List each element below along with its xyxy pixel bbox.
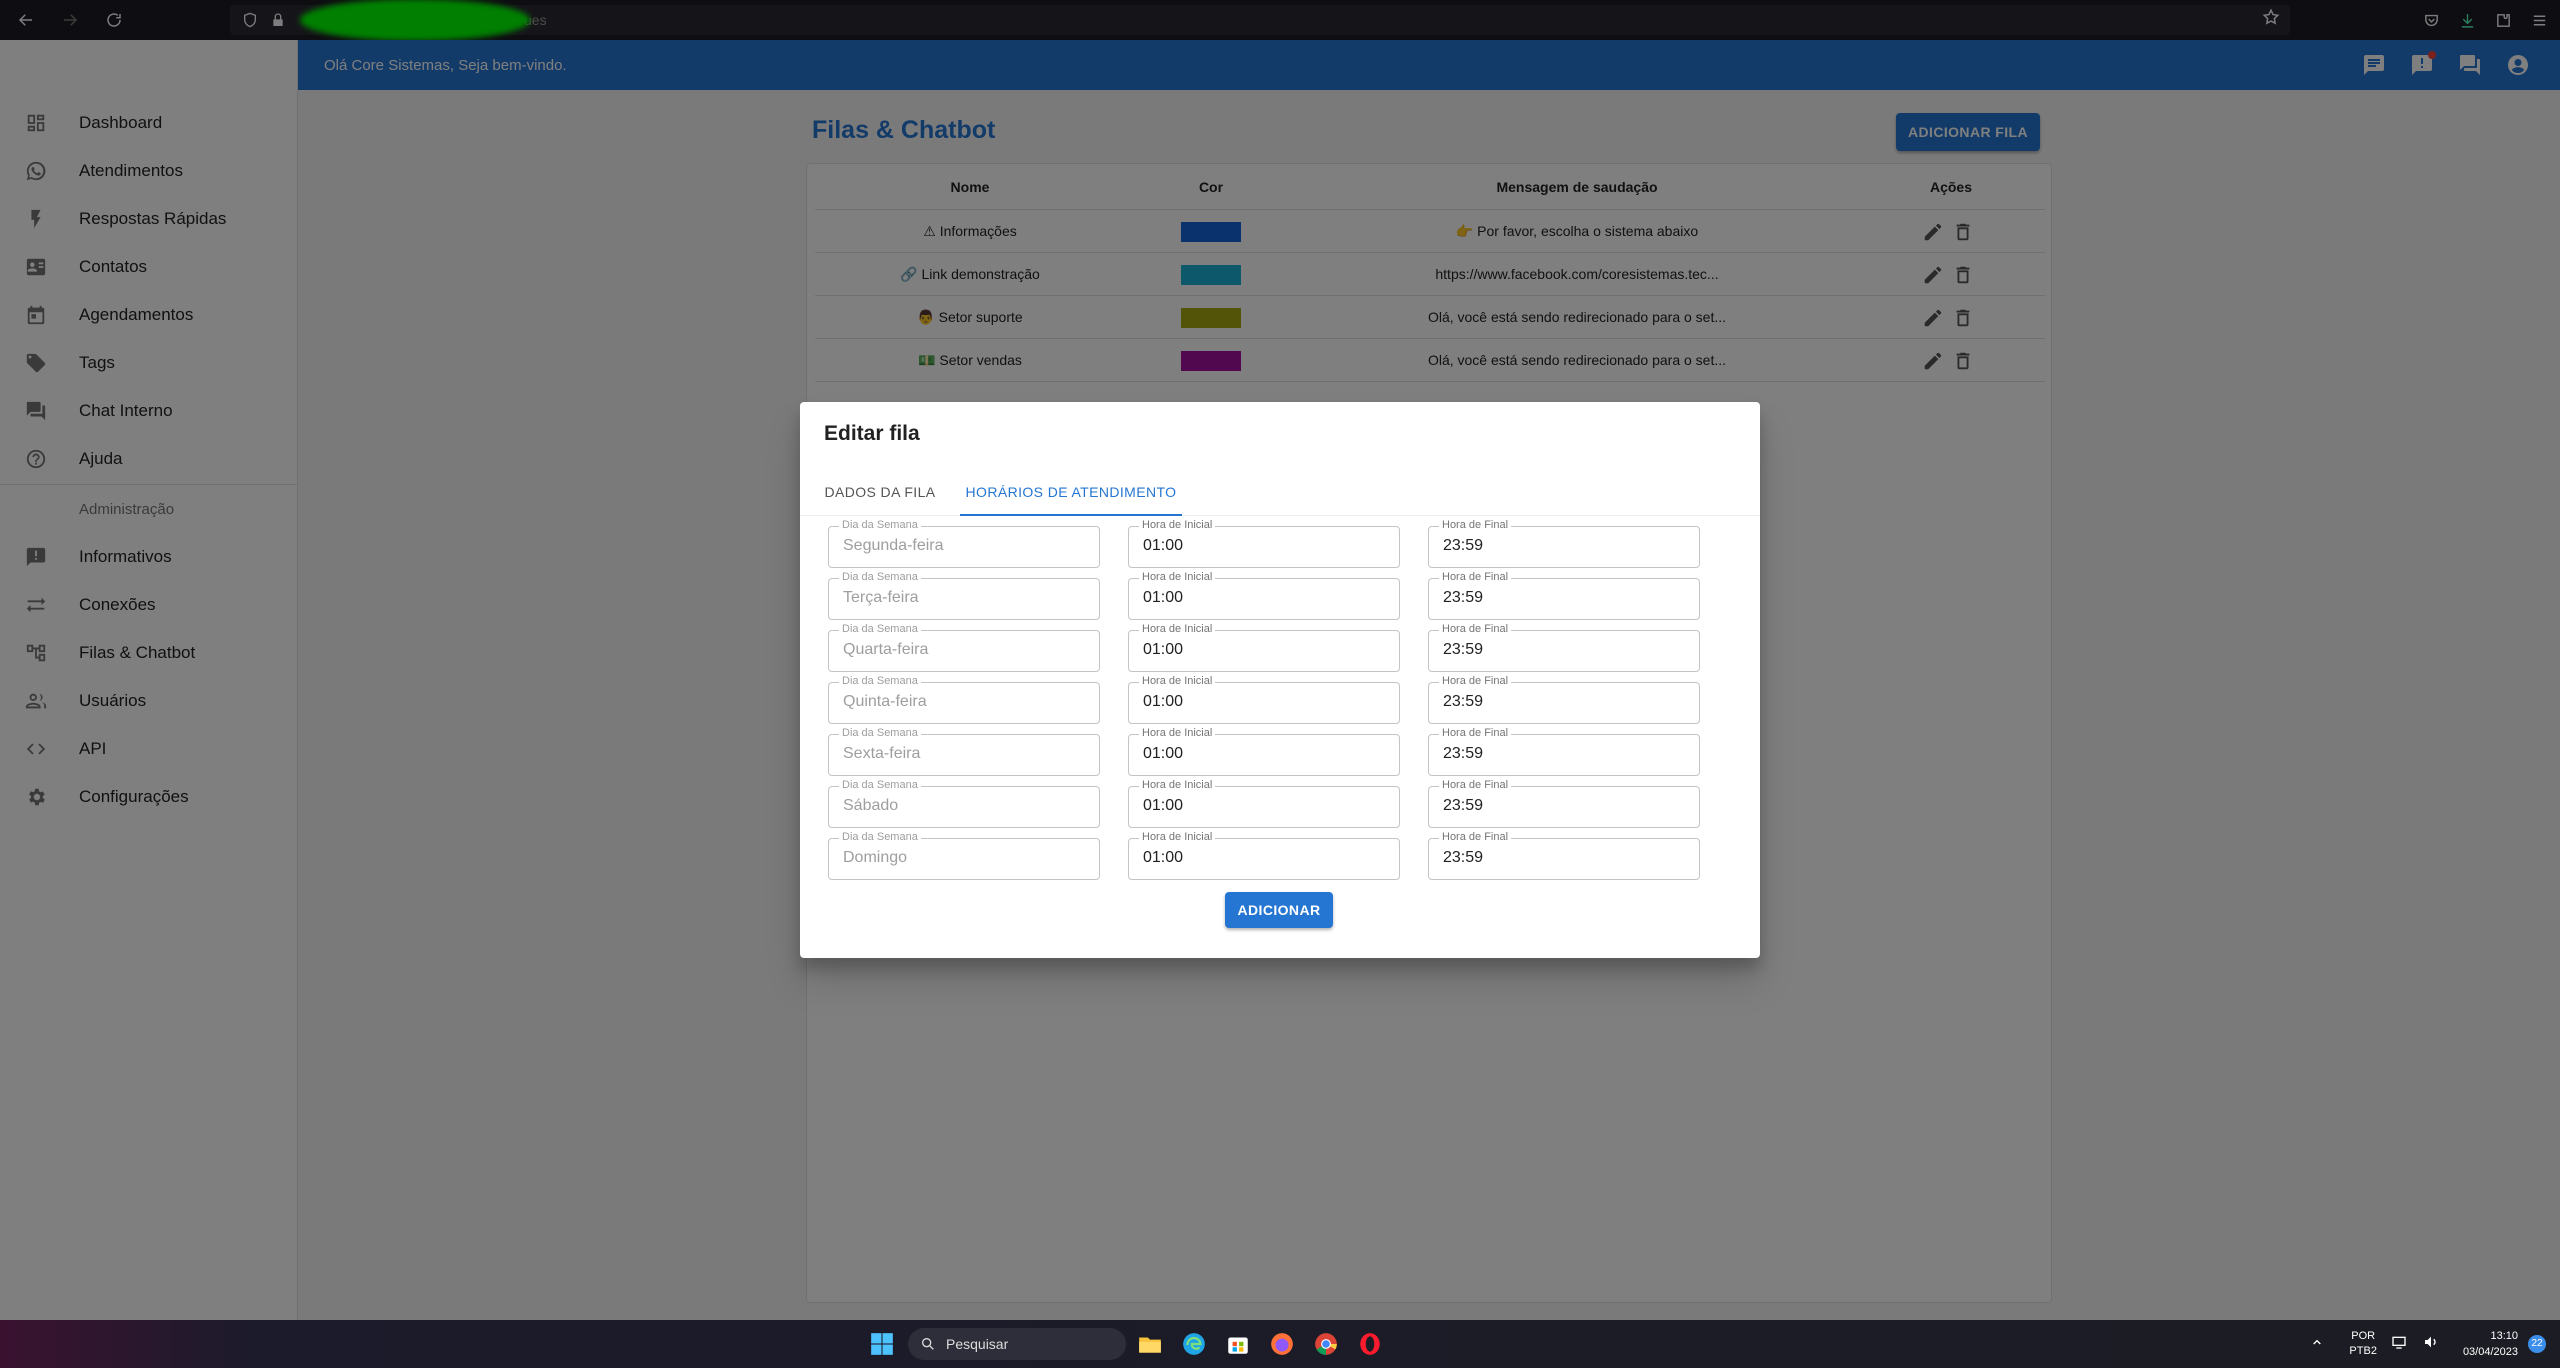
end-time-input[interactable]: [1443, 745, 1683, 763]
day-of-week-input: [843, 797, 1083, 815]
day-of-week-field: Dia da Semana: [828, 674, 1100, 724]
tab-indicator: [960, 514, 1182, 516]
field-label: Dia da Semana: [839, 518, 921, 532]
end-time-input[interactable]: [1443, 589, 1683, 607]
field-label: Hora de Final: [1439, 518, 1512, 532]
field-label: Dia da Semana: [839, 830, 921, 844]
field-label: Dia da Semana: [839, 570, 921, 584]
field-label: Hora de Final: [1439, 778, 1512, 792]
search-icon: [922, 1338, 934, 1350]
chrome-icon[interactable]: [1310, 1328, 1342, 1360]
notification-badge[interactable]: 22: [2528, 1335, 2546, 1353]
end-time-field[interactable]: Hora de Final: [1428, 518, 1700, 568]
day-of-week-input: [843, 589, 1083, 607]
field-label: Dia da Semana: [839, 726, 921, 740]
language-indicator[interactable]: POR PTB2: [2349, 1329, 2377, 1359]
tab-horarios-de-atendimento[interactable]: HORÁRIOS DE ATENDIMENTO: [960, 468, 1182, 516]
tab-dados-da-fila[interactable]: DADOS DA FILA: [812, 468, 948, 516]
end-time-field[interactable]: Hora de Final: [1428, 778, 1700, 828]
edit-queue-dialog: Editar fila DADOS DA FILA HORÁRIOS DE AT…: [800, 402, 1760, 958]
start-time-field[interactable]: Hora de Inicial: [1128, 518, 1400, 568]
clock-date: 03/04/2023: [2462, 1346, 2518, 1358]
keyboard-layout: PTB2: [2349, 1345, 2377, 1357]
store-icon[interactable]: [1222, 1328, 1254, 1360]
field-label: Dia da Semana: [839, 778, 921, 792]
field-label: Hora de Inicial: [1139, 570, 1216, 584]
monitor-icon[interactable]: [2391, 1334, 2411, 1354]
end-time-input[interactable]: [1443, 641, 1683, 659]
start-time-input[interactable]: [1143, 745, 1383, 763]
field-label: Hora de Final: [1439, 570, 1512, 584]
field-label: Hora de Inicial: [1139, 518, 1216, 532]
clock[interactable]: 13:10 03/04/2023: [2463, 1328, 2518, 1360]
start-time-field[interactable]: Hora de Inicial: [1128, 570, 1400, 620]
chevron-up-icon[interactable]: [2309, 1334, 2329, 1354]
start-time-field[interactable]: Hora de Inicial: [1128, 830, 1400, 880]
dialog-title: Editar fila: [824, 422, 920, 445]
day-of-week-input: [843, 849, 1083, 867]
day-of-week-field: Dia da Semana: [828, 570, 1100, 620]
field-label: Hora de Final: [1439, 830, 1512, 844]
taskbar: Pesquisar POR PTB2 13:10 03/04/2023 22: [0, 1320, 2560, 1368]
day-of-week-field: Dia da Semana: [828, 726, 1100, 776]
start-time-field[interactable]: Hora de Inicial: [1128, 622, 1400, 672]
start-time-field[interactable]: Hora de Inicial: [1128, 778, 1400, 828]
firefox-icon[interactable]: [1266, 1328, 1298, 1360]
field-label: Hora de Inicial: [1139, 726, 1216, 740]
end-time-input[interactable]: [1443, 797, 1683, 815]
taskbar-search[interactable]: Pesquisar: [908, 1328, 1126, 1360]
start-time-input[interactable]: [1143, 589, 1383, 607]
start-time-input[interactable]: [1143, 537, 1383, 555]
day-of-week-input: [843, 745, 1083, 763]
day-of-week-input: [843, 693, 1083, 711]
system-tray: POR PTB2 13:10 03/04/2023 22: [2303, 1320, 2546, 1368]
start-time-field[interactable]: Hora de Inicial: [1128, 674, 1400, 724]
opera-icon[interactable]: [1354, 1328, 1386, 1360]
end-time-field[interactable]: Hora de Final: [1428, 570, 1700, 620]
field-label: Dia da Semana: [839, 622, 921, 636]
start-time-input[interactable]: [1143, 849, 1383, 867]
field-label: Hora de Final: [1439, 674, 1512, 688]
day-of-week-field: Dia da Semana: [828, 518, 1100, 568]
start-time-input[interactable]: [1143, 797, 1383, 815]
day-of-week-field: Dia da Semana: [828, 830, 1100, 880]
end-time-input[interactable]: [1443, 537, 1683, 555]
end-time-input[interactable]: [1443, 693, 1683, 711]
field-label: Hora de Inicial: [1139, 778, 1216, 792]
field-label: Dia da Semana: [839, 674, 921, 688]
field-label: Hora de Inicial: [1139, 622, 1216, 636]
end-time-field[interactable]: Hora de Final: [1428, 726, 1700, 776]
end-time-field[interactable]: Hora de Final: [1428, 622, 1700, 672]
clock-time: 13:10: [2490, 1330, 2518, 1342]
field-label: Hora de Inicial: [1139, 830, 1216, 844]
language-code: POR: [2351, 1330, 2376, 1342]
field-label: Hora de Final: [1439, 726, 1512, 740]
start-time-input[interactable]: [1143, 641, 1383, 659]
file-explorer-icon[interactable]: [1134, 1328, 1166, 1360]
day-of-week-input: [843, 537, 1083, 555]
add-schedule-button[interactable]: ADICIONAR: [1225, 892, 1333, 928]
windows-start-icon[interactable]: [866, 1328, 898, 1360]
search-placeholder: Pesquisar: [946, 1336, 1009, 1352]
end-time-input[interactable]: [1443, 849, 1683, 867]
dialog-tabs: DADOS DA FILA HORÁRIOS DE ATENDIMENTO: [800, 468, 1760, 516]
field-label: Hora de Inicial: [1139, 674, 1216, 688]
start-time-input[interactable]: [1143, 693, 1383, 711]
day-of-week-field: Dia da Semana: [828, 622, 1100, 672]
day-of-week-input: [843, 641, 1083, 659]
start-time-field[interactable]: Hora de Inicial: [1128, 726, 1400, 776]
end-time-field[interactable]: Hora de Final: [1428, 830, 1700, 880]
field-label: Hora de Final: [1439, 622, 1512, 636]
edge-icon[interactable]: [1178, 1328, 1210, 1360]
volume-icon[interactable]: [2423, 1334, 2443, 1354]
day-of-week-field: Dia da Semana: [828, 778, 1100, 828]
end-time-field[interactable]: Hora de Final: [1428, 674, 1700, 724]
